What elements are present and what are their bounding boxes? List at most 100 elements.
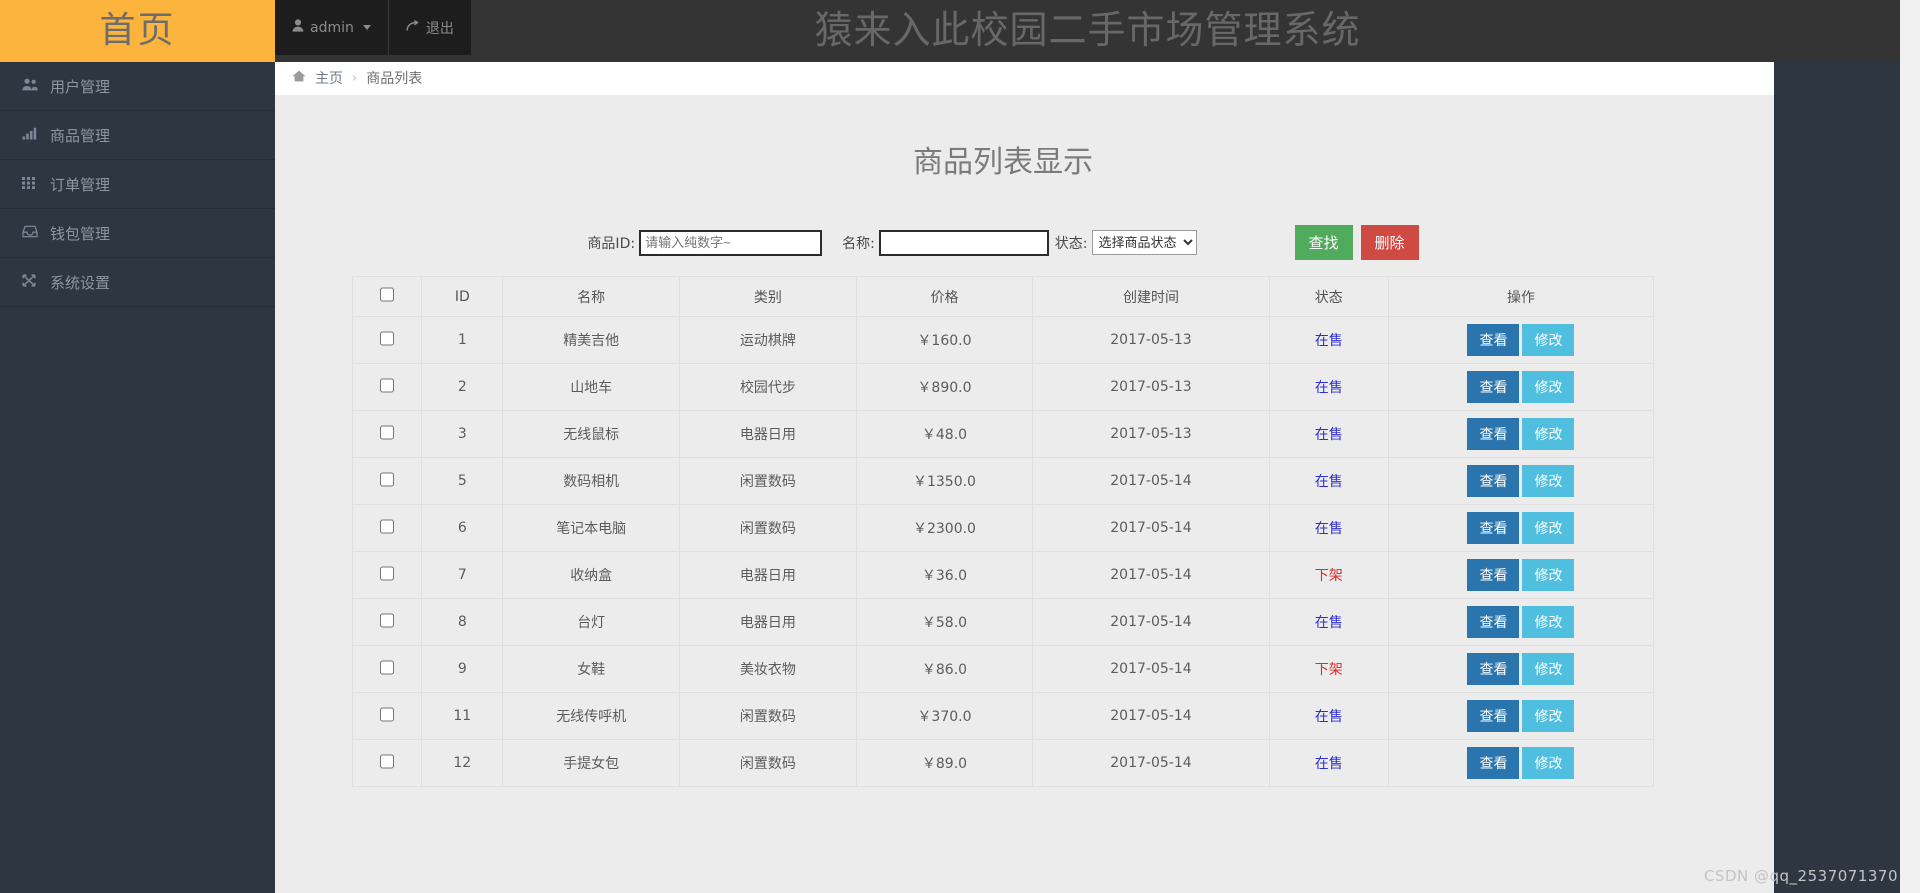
cell-category: 电器日用 [679, 598, 857, 647]
column-header-actions: 操作 [1387, 276, 1655, 318]
row-checkbox[interactable] [380, 471, 395, 487]
row-checkbox[interactable] [380, 706, 395, 722]
sidebar-item-settings[interactable]: 系统设置 [0, 258, 275, 307]
edit-button[interactable]: 修改 [1522, 371, 1575, 404]
row-checkbox[interactable] [380, 612, 395, 628]
edit-button[interactable]: 修改 [1522, 747, 1575, 780]
product-id-label: 商品ID: [587, 235, 636, 252]
row-checkbox[interactable] [380, 518, 395, 534]
cell-category: 运动棋牌 [679, 316, 857, 365]
row-checkbox[interactable] [380, 424, 395, 440]
action-button-group: 查看 修改 [1390, 747, 1652, 780]
view-button[interactable]: 查看 [1467, 465, 1520, 498]
table-body: 1 精美吉他 运动棋牌 ￥160.0 2017-05-13 在售 查看 修改 2 山地车 校园代步 ￥… [351, 316, 1655, 788]
product-name-input[interactable] [878, 229, 1049, 256]
cell-created: 2017-05-14 [1032, 598, 1270, 647]
cell-state: 在售 [1268, 457, 1389, 506]
table-row: 8 台灯 电器日用 ￥58.0 2017-05-14 在售 查看 修改 [351, 598, 1655, 647]
cell-name: 数码相机 [502, 457, 681, 506]
cell-actions: 查看 修改 [1387, 363, 1655, 412]
cell-actions: 查看 修改 [1387, 598, 1655, 647]
cell-state: 下架 [1268, 645, 1389, 694]
select-all-checkbox[interactable] [380, 287, 395, 303]
home-brand-button[interactable]: 首页 [0, 0, 275, 62]
view-button[interactable]: 查看 [1467, 324, 1520, 357]
cell-actions: 查看 修改 [1387, 410, 1655, 459]
cell-state: 在售 [1268, 692, 1389, 741]
row-checkbox[interactable] [380, 565, 395, 581]
row-checkbox[interactable] [380, 753, 395, 769]
delete-button[interactable]: 删除 [1360, 225, 1419, 261]
row-checkbox[interactable] [380, 377, 395, 393]
view-button[interactable]: 查看 [1467, 371, 1520, 404]
edit-button[interactable]: 修改 [1522, 324, 1575, 357]
row-checkbox[interactable] [380, 659, 395, 675]
sidebar-item-orders[interactable]: 订单管理 [0, 160, 275, 209]
view-button[interactable]: 查看 [1467, 606, 1520, 639]
sidebar-item-label: 系统设置 [50, 273, 111, 292]
view-button[interactable]: 查看 [1467, 653, 1520, 686]
view-button[interactable]: 查看 [1467, 418, 1520, 451]
action-button-group: 查看 修改 [1390, 606, 1652, 639]
sidebar-item-users[interactable]: 用户管理 [0, 62, 275, 111]
table-row: 12 手提女包 闲置数码 ￥89.0 2017-05-14 在售 查看 修改 [351, 739, 1655, 788]
action-button-group: 查看 修改 [1390, 324, 1652, 357]
view-button[interactable]: 查看 [1467, 512, 1520, 545]
cell-name: 手提女包 [502, 739, 681, 788]
status-badge: 下架 [1314, 662, 1343, 679]
cell-name: 无线鼠标 [502, 410, 681, 459]
edit-button[interactable]: 修改 [1522, 606, 1575, 639]
row-select-cell [351, 598, 423, 647]
logout-label: 退出 [425, 20, 454, 37]
cell-actions: 查看 修改 [1387, 551, 1655, 600]
product-state-label: 状态: [1054, 235, 1088, 252]
cell-price: ￥36.0 [855, 551, 1034, 600]
edit-button[interactable]: 修改 [1522, 653, 1575, 686]
sidebar-item-products[interactable]: 商品管理 [0, 111, 275, 160]
row-checkbox[interactable] [380, 330, 395, 346]
cell-created: 2017-05-14 [1032, 504, 1270, 553]
logout-button[interactable]: 退出 [387, 0, 471, 55]
action-button-group: 查看 修改 [1390, 512, 1652, 545]
edit-button[interactable]: 修改 [1522, 465, 1575, 498]
cell-category: 闲置数码 [679, 504, 857, 553]
cell-id: 11 [421, 692, 504, 741]
cell-created: 2017-05-13 [1032, 316, 1270, 365]
status-badge: 在售 [1314, 521, 1343, 538]
grid-icon [22, 176, 50, 193]
edit-button[interactable]: 修改 [1522, 418, 1575, 451]
cell-price: ￥86.0 [855, 645, 1034, 694]
product-id-input[interactable] [639, 229, 823, 256]
top-header-bar: 猿来入此校园二手市场管理系统 首页 admin 退出 [0, 0, 1900, 62]
sidebar-item-label: 钱包管理 [50, 224, 111, 243]
column-header-id: ID [421, 276, 504, 318]
row-select-cell [351, 316, 423, 365]
view-button[interactable]: 查看 [1467, 747, 1520, 780]
cell-category: 电器日用 [679, 551, 857, 600]
admin-dropdown[interactable]: admin [275, 0, 388, 55]
product-table: ID 名称 类别 价格 创建时间 状态 操作 1 精美吉他 运动棋牌 ￥160.0 20… [351, 276, 1655, 788]
cell-created: 2017-05-14 [1032, 739, 1270, 788]
edit-button[interactable]: 修改 [1522, 700, 1575, 733]
action-button-group: 查看 修改 [1390, 700, 1652, 733]
sidebar-item-wallet[interactable]: 钱包管理 [0, 209, 275, 258]
search-button[interactable]: 查找 [1294, 225, 1353, 261]
view-button[interactable]: 查看 [1467, 559, 1520, 592]
edit-button[interactable]: 修改 [1522, 512, 1575, 545]
table-head: ID 名称 类别 价格 创建时间 状态 操作 [351, 276, 1655, 318]
edit-button[interactable]: 修改 [1522, 559, 1575, 592]
cell-id: 6 [421, 504, 504, 553]
chevron-down-icon [362, 25, 371, 30]
logout-arrow-icon [406, 19, 420, 36]
user-icon [292, 19, 304, 36]
cell-state: 在售 [1268, 410, 1389, 459]
page-title: 商品列表显示 [913, 145, 1093, 181]
breadcrumb-home-link[interactable]: 主页 [315, 68, 343, 88]
cell-actions: 查看 修改 [1387, 504, 1655, 553]
product-state-select[interactable]: 选择商品状态 [1091, 230, 1197, 256]
cell-category: 闲置数码 [679, 692, 857, 741]
scrollbar-track[interactable] [1900, 0, 1920, 893]
row-select-cell [351, 739, 423, 788]
view-button[interactable]: 查看 [1467, 700, 1520, 733]
cell-actions: 查看 修改 [1387, 645, 1655, 694]
